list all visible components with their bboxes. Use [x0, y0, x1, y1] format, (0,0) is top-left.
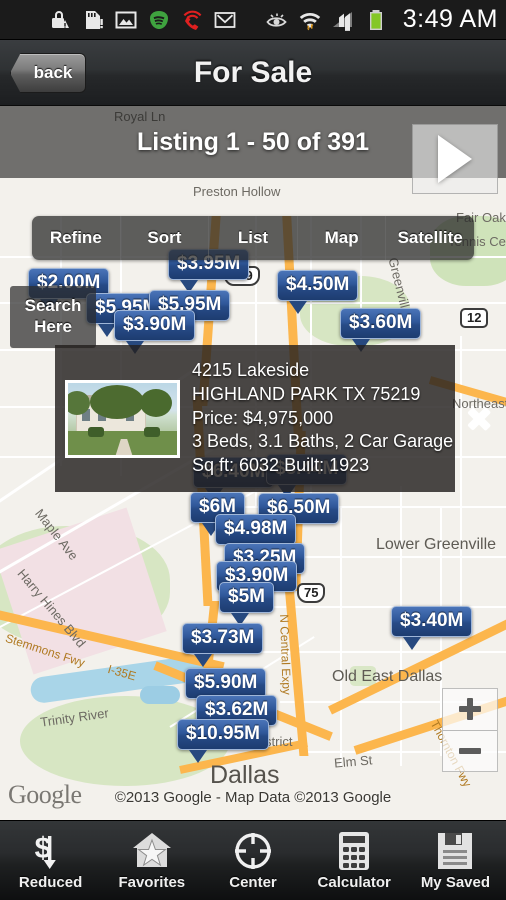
app-root: 3:49 AM For Sale back Preston Hollow Fai…	[0, 0, 506, 900]
listing-sqft-built: Sq ft: 6032 Built: 1923	[192, 455, 370, 476]
status-bar-clock: 3:49 AM	[402, 5, 498, 33]
price-marker[interactable]: $5M	[219, 582, 274, 626]
nav-label-center: Center	[229, 874, 277, 891]
tab-refine[interactable]: Refine	[32, 216, 121, 260]
status-bar-notification-icons	[8, 8, 265, 32]
nav-item-center[interactable]: Center	[202, 821, 303, 900]
nav-item-my-saved[interactable]: My Saved	[405, 821, 506, 900]
map-zoom-controls	[442, 688, 498, 772]
price-marker[interactable]: $3.73M	[182, 623, 264, 667]
listing-features: 3 Beds, 3.1 Baths, 2 Car Garage	[192, 431, 454, 452]
price-marker-label: $5M	[219, 582, 274, 613]
tab-satellite[interactable]: Satellite	[386, 216, 474, 260]
battery-icon	[369, 9, 382, 30]
map-label: Lower Greenville	[376, 536, 497, 553]
gallery-image-icon	[115, 11, 137, 28]
listing-city-state-zip: HIGHLAND PARK TX 75219	[192, 383, 421, 404]
wifi-icon	[299, 12, 320, 30]
nav-item-favorites[interactable]: Favorites	[101, 821, 202, 900]
nav-item-reduced[interactable]: $ Reduced	[0, 821, 101, 900]
price-marker-label: $3.60M	[340, 308, 422, 339]
next-listing-chevron-icon[interactable]	[453, 399, 506, 439]
tab-sort[interactable]: Sort	[121, 216, 210, 260]
filter-toolbar: Refine Sort List Map Satellite	[32, 216, 474, 260]
dollar-down-arrow-icon: $	[30, 830, 72, 872]
next-page-button[interactable]	[412, 124, 498, 194]
listing-count-label: Listing 1 - 50 of 391	[136, 127, 369, 156]
price-marker-tail	[403, 637, 421, 650]
status-bar-system-icons: 3:49 AM	[265, 5, 498, 34]
back-button-label: back	[33, 63, 73, 82]
listing-details: 4215 Lakeside HIGHLAND PARK TX 75219 Pri…	[180, 359, 453, 479]
zoom-out-button[interactable]	[443, 731, 497, 772]
price-marker-label: $4.50M	[277, 270, 359, 301]
nav-item-calculator[interactable]: Calculator	[304, 821, 405, 900]
sd-card-warning-icon	[86, 10, 103, 29]
price-marker[interactable]: $10.95M	[177, 719, 269, 763]
floppy-disk-icon	[435, 830, 475, 872]
nav-label-calculator: Calculator	[317, 874, 391, 891]
bottom-navigation-bar: $ Reduced Favorites Center Calculator My…	[0, 820, 506, 900]
price-marker-tail	[289, 301, 307, 314]
tab-list[interactable]: List	[209, 216, 298, 260]
map-label: Old East Dallas	[332, 668, 443, 685]
listing-price: Price: $4,975,000	[192, 407, 334, 428]
status-bar: 3:49 AM	[0, 0, 506, 40]
price-marker[interactable]: $3.40M	[391, 606, 473, 650]
price-marker-label: $3.90M	[114, 310, 196, 341]
house-star-icon	[130, 830, 174, 872]
zoom-in-button[interactable]	[443, 689, 497, 731]
spotify-icon	[150, 10, 168, 29]
listing-address: 4215 Lakeside	[192, 359, 310, 380]
search-here-line2: Here	[34, 317, 72, 336]
title-bar: For Sale back	[0, 40, 506, 106]
search-here-button[interactable]: Search Here	[10, 286, 96, 348]
map-label: N Central Expy	[277, 614, 294, 696]
price-marker-label: $4.98M	[215, 514, 297, 545]
cell-signal-icon	[332, 11, 352, 31]
crosshair-icon	[232, 830, 274, 872]
play-triangle-icon	[438, 135, 472, 183]
lock-warning-icon	[52, 10, 69, 28]
price-marker-label: $3.40M	[391, 606, 473, 637]
listing-thumbnail	[65, 379, 180, 458]
map-label: Preston Hollow	[193, 184, 281, 199]
price-marker-tail	[189, 750, 207, 763]
missed-call-icon	[183, 10, 202, 30]
listing-info-card[interactable]: 4215 Lakeside HIGHLAND PARK TX 75219 Pri…	[55, 345, 455, 492]
price-marker-label: $10.95M	[177, 719, 269, 750]
map-attribution: ©2013 Google - Map Data ©2013 Google	[114, 789, 392, 806]
nav-label-my-saved: My Saved	[420, 874, 491, 891]
calculator-icon	[337, 830, 371, 872]
map-view[interactable]: Royal Ln Preston Hollow Fair Oak Tennis …	[0, 106, 506, 820]
price-marker-label: $3.73M	[182, 623, 264, 654]
nav-label-reduced: Reduced	[18, 874, 83, 891]
back-button[interactable]: back	[10, 53, 86, 93]
highway-shield: 12	[460, 308, 489, 329]
nav-label-favorites: Favorites	[118, 874, 186, 891]
search-here-line1: Search	[24, 296, 82, 316]
map-label-city: Dallas	[210, 761, 280, 789]
price-marker-tail	[194, 654, 212, 667]
smart-stay-eye-icon	[266, 13, 287, 27]
tab-map[interactable]: Map	[298, 216, 387, 260]
gmail-icon	[214, 11, 236, 28]
